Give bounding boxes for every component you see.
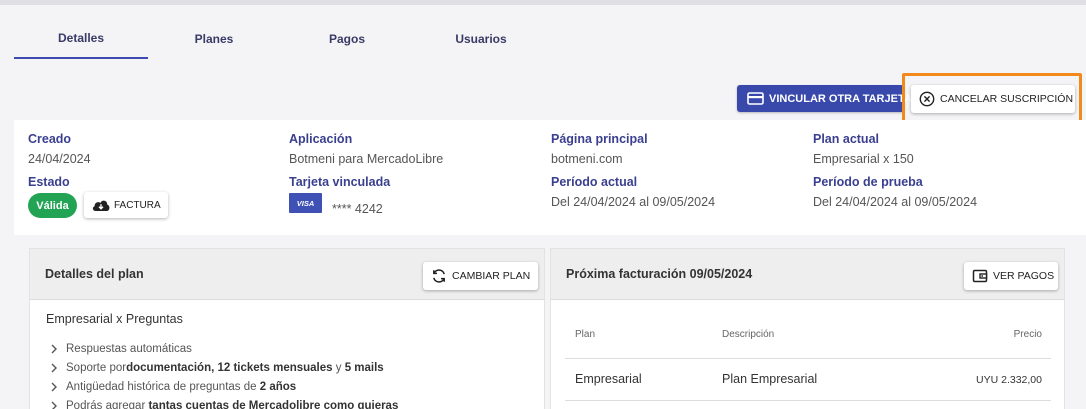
feature-item: Antigüedad histórica de preguntas de 2 a… [50,381,296,393]
column-header-plan: Plan [575,329,596,340]
cancel-subscription-button[interactable]: CANCELAR SUSCRIPCIÓN [911,85,1075,113]
cell-descripcion: Plan Empresarial [722,372,818,386]
next-billing-card: Próxima facturación 09/05/2024 VER PAGOS… [550,248,1065,409]
top-strip [0,0,1086,5]
table-divider [565,358,1051,359]
periodo-actual-value: Del 24/04/2024 al 09/05/2024 [551,195,716,209]
change-plan-label: CAMBIAR PLAN [452,270,531,282]
periodo-prueba-value: Del 24/04/2024 al 09/05/2024 [813,195,978,209]
view-payments-button[interactable]: VER PAGOS [964,262,1058,290]
subscription-info-panel: Creado 24/04/2024 Estado Válida FACTURA … [14,120,1086,235]
pagina-value: botmeni.com [551,152,623,166]
plan-actual-value: Empresarial x 150 [813,152,914,166]
billing-card-header: Próxima facturación 09/05/2024 VER PAGOS [551,249,1064,300]
creado-label: Creado [28,132,72,146]
cell-precio: UYU 2.332,00 [976,374,1042,386]
change-plan-button[interactable]: CAMBIAR PLAN [423,262,538,290]
credit-card-icon [747,92,764,105]
column-header-descripcion: Descripción [722,329,775,340]
link-card-button[interactable]: VINCULAR OTRA TARJETA [737,85,912,112]
cell-plan: Empresarial [575,372,642,386]
periodo-prueba-label: Período de prueba [813,175,923,189]
cancel-circle-icon [919,91,935,107]
tarjeta-label: Tarjeta vinculada [289,175,391,189]
chevron-right-icon [50,363,60,373]
wallet-icon [972,268,988,284]
feature-item: Respuestas automáticas [50,343,192,355]
cloud-download-icon [91,198,111,212]
cancel-subscription-label: CANCELAR SUSCRIPCIÓN [940,93,1074,105]
tab-planes[interactable]: Planes [147,18,281,59]
billing-card-title: Próxima facturación 09/05/2024 [566,267,753,281]
aplicacion-label: Aplicación [289,132,353,146]
pagina-label: Página principal [551,132,648,146]
visa-card-icon: VISA [289,193,322,213]
feature-item: Podrás agregar tantas cuentas de Mercado… [50,400,398,409]
plan-card-title: Detalles del plan [45,267,144,281]
table-divider [565,400,1051,401]
tab-bar: Detalles Planes Pagos Usuarios [14,18,554,59]
chevron-right-icon [50,401,60,409]
chevron-right-icon [50,382,60,392]
plan-card-header: Detalles del plan CAMBIAR PLAN [30,249,544,300]
tab-detalles[interactable]: Detalles [14,18,148,59]
invoice-label: FACTURA [114,199,161,211]
link-card-label: VINCULAR OTRA TARJETA [769,92,912,105]
view-payments-label: VER PAGOS [993,270,1055,282]
column-header-precio: Precio [1013,329,1042,340]
invoice-button[interactable]: FACTURA [84,192,168,218]
periodo-actual-label: Período actual [551,175,638,189]
creado-value: 24/04/2024 [28,152,91,166]
plan-name: Empresarial x Preguntas [46,312,183,326]
tab-pagos[interactable]: Pagos [280,18,414,59]
feature-item: Soporte por documentación, 12 tickets me… [50,362,384,374]
sync-icon [431,268,447,284]
tab-usuarios[interactable]: Usuarios [414,18,548,59]
aplicacion-value: Botmeni para MercadoLibre [289,152,444,166]
plan-details-card: Detalles del plan CAMBIAR PLAN Empresari… [29,248,545,409]
card-number: **** 4242 [332,202,383,216]
estado-label: Estado [28,175,70,189]
status-badge: Válida [28,193,77,218]
chevron-right-icon [50,344,60,354]
plan-actual-label: Plan actual [813,132,879,146]
